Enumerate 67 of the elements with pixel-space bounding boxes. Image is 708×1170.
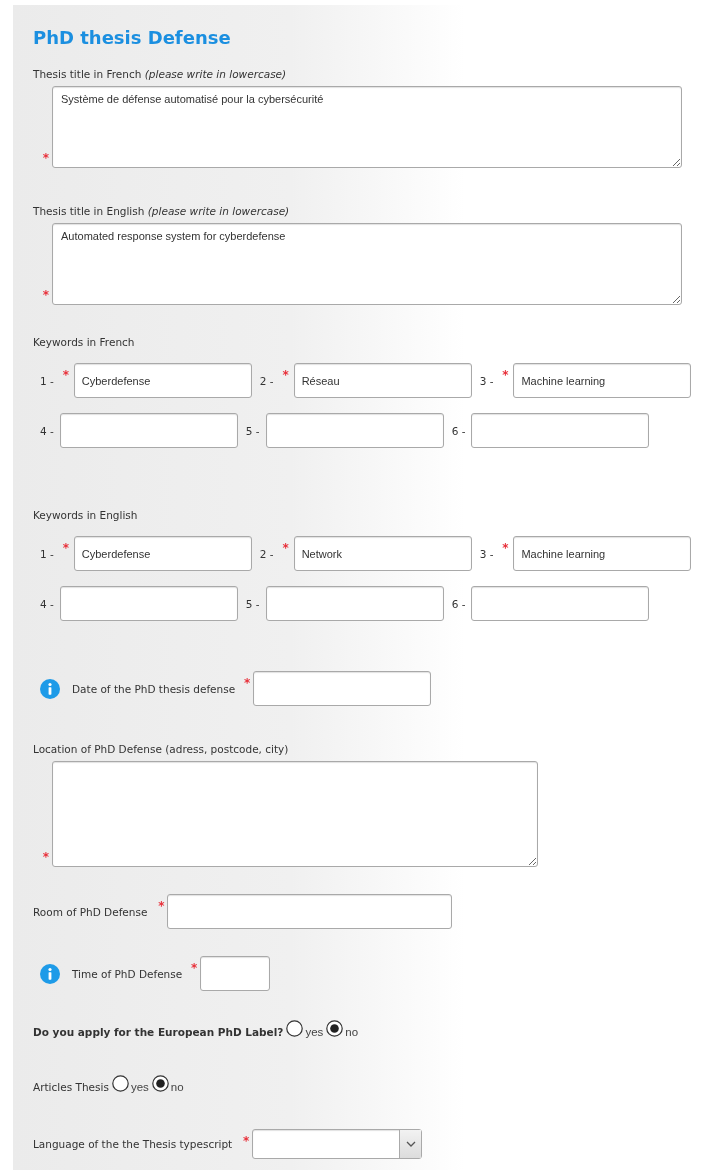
keyword-number: 1 - bbox=[40, 374, 54, 387]
radio-button[interactable] bbox=[111, 1075, 129, 1092]
required-mark: * bbox=[281, 369, 290, 381]
keyword-number: 3 - bbox=[479, 547, 494, 560]
keyword-field[interactable] bbox=[265, 586, 444, 621]
option-label: yes bbox=[305, 1025, 324, 1038]
field-label: Language of the the Thesis typescript bbox=[33, 1137, 233, 1151]
keyword-number: 2 - bbox=[259, 374, 274, 387]
keyword-field[interactable]: Network bbox=[293, 536, 472, 571]
chevron-down-icon bbox=[405, 1141, 416, 1147]
keyword-field[interactable] bbox=[265, 413, 444, 448]
text-area[interactable]: Système de défense automatisé pour la cybersécurité bbox=[52, 86, 682, 168]
keyword-field[interactable]: Machine learning bbox=[513, 536, 692, 571]
keyword-number: 4 - bbox=[40, 597, 54, 610]
keyword-field[interactable] bbox=[59, 586, 238, 621]
input-field[interactable] bbox=[200, 956, 271, 991]
required-mark: * bbox=[41, 851, 51, 863]
option-label: yes bbox=[130, 1080, 149, 1093]
option-label: no bbox=[170, 1080, 184, 1093]
keyword-field[interactable] bbox=[59, 413, 238, 448]
keyword-number: 6 - bbox=[451, 424, 466, 437]
field-label: Thesis title in English (please write in lowercase) bbox=[33, 204, 290, 218]
select-field[interactable] bbox=[252, 1129, 423, 1159]
option-label: no bbox=[345, 1025, 359, 1038]
keyword-field[interactable]: Cyberdefense bbox=[73, 363, 252, 398]
keyword-number: 5 - bbox=[245, 597, 260, 610]
field-label: Thesis title in French (please write in lowercase) bbox=[33, 67, 287, 81]
field-label: Keywords in French bbox=[33, 335, 135, 349]
radio-button[interactable] bbox=[151, 1075, 169, 1092]
radio-button[interactable] bbox=[286, 1020, 304, 1037]
keyword-number: 4 - bbox=[40, 424, 54, 437]
required-mark: * bbox=[61, 542, 70, 554]
keyword-field[interactable] bbox=[471, 413, 650, 448]
keyword-number: 5 - bbox=[245, 424, 260, 437]
field-label: Time of PhD Defense bbox=[72, 966, 183, 981]
question-label: Do you apply for the European PhD Label? bbox=[33, 1024, 284, 1039]
keyword-number: 6 - bbox=[451, 597, 466, 610]
required-mark: * bbox=[41, 152, 51, 164]
radio-button[interactable] bbox=[326, 1020, 344, 1037]
required-mark: * bbox=[501, 542, 510, 554]
keyword-number: 1 - bbox=[40, 547, 54, 560]
required-mark: * bbox=[501, 369, 510, 381]
keyword-field[interactable]: Réseau bbox=[293, 363, 472, 398]
required-mark: * bbox=[242, 1135, 251, 1147]
required-mark: * bbox=[243, 677, 252, 689]
keyword-field[interactable]: Cyberdefense bbox=[73, 536, 252, 571]
required-mark: * bbox=[41, 289, 51, 301]
text-area[interactable] bbox=[52, 761, 538, 867]
question-label: Articles Thesis bbox=[33, 1079, 109, 1094]
keyword-field[interactable]: Machine learning bbox=[513, 363, 692, 398]
info-icon[interactable] bbox=[40, 678, 60, 699]
required-mark: * bbox=[157, 900, 166, 912]
field-label: Room of PhD Defense bbox=[33, 904, 148, 919]
info-icon[interactable] bbox=[40, 963, 60, 984]
required-mark: * bbox=[61, 369, 70, 381]
page-title: PhD thesis Defense bbox=[33, 27, 231, 49]
input-field[interactable] bbox=[167, 894, 453, 929]
field-label: Date of the PhD thesis defense bbox=[72, 681, 236, 696]
input-field[interactable] bbox=[253, 671, 432, 706]
text-area[interactable]: Automated response system for cyberdefense bbox=[52, 223, 682, 305]
field-label: Location of PhD Defense (adress, postcode, city) bbox=[33, 742, 289, 756]
required-mark: * bbox=[190, 962, 199, 974]
keyword-field[interactable] bbox=[471, 586, 650, 621]
keyword-number: 3 - bbox=[479, 374, 494, 387]
required-mark: * bbox=[281, 542, 290, 554]
field-label: Keywords in English bbox=[33, 508, 138, 522]
keyword-number: 2 - bbox=[259, 547, 274, 560]
